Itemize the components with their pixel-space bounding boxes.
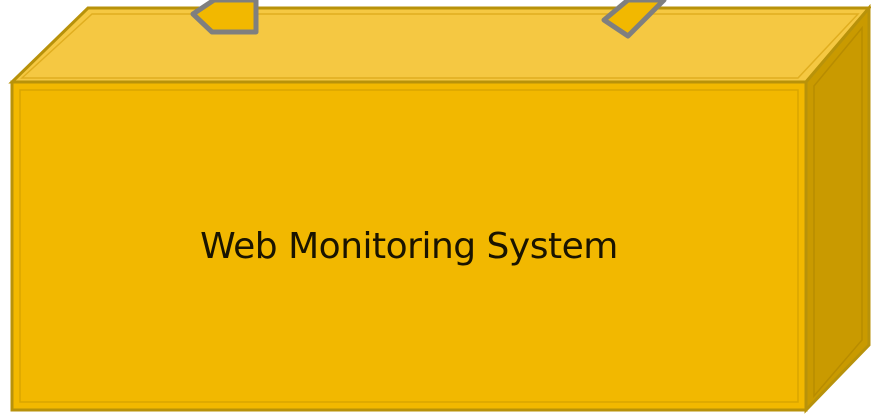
diagram-canvas: Web Monitoring System <box>0 0 871 417</box>
box-label: Web Monitoring System <box>200 225 618 267</box>
box-top-face <box>8 6 871 84</box>
